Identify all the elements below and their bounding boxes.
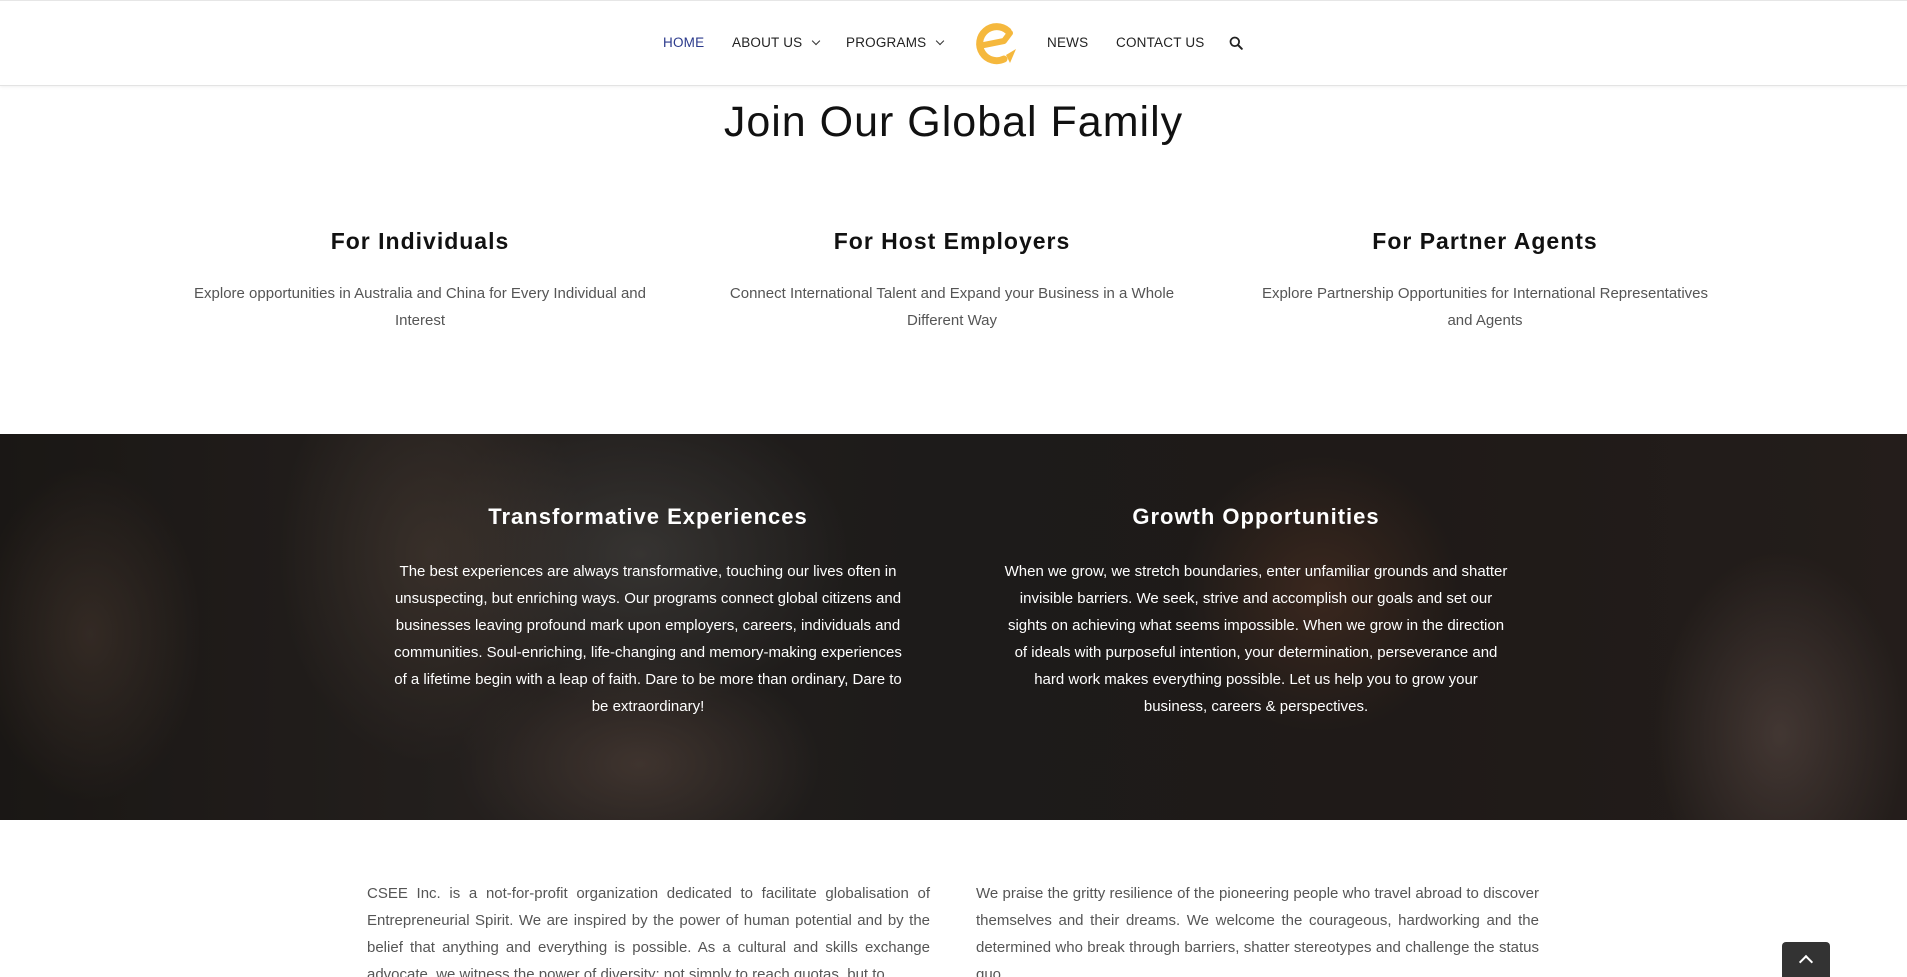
band-text: When we grow, we stretch boundaries, ent… xyxy=(1004,563,1508,715)
card-individuals[interactable]: For Individuals Explore opportunities in… xyxy=(190,228,650,334)
nav-home[interactable]: HOME xyxy=(663,35,704,50)
nav-programs[interactable]: PROGRAMS xyxy=(846,35,945,50)
nav-contact-us-label: CONTACT US xyxy=(1116,35,1205,50)
chevron-up-icon xyxy=(1798,954,1814,970)
card-text: Connect International Talent and Expand … xyxy=(729,285,1175,329)
card-heading[interactable]: For Host Employers xyxy=(722,228,1182,255)
card-host-employers[interactable]: For Host Employers Connect International… xyxy=(722,228,1182,334)
chevron-down-icon xyxy=(812,36,821,45)
nav-home-label: HOME xyxy=(663,35,705,50)
nav-news[interactable]: NEWS xyxy=(1047,35,1088,50)
band-heading: Transformative Experiences xyxy=(488,504,808,529)
nav-programs-label: PROGRAMS xyxy=(846,35,927,50)
band-growth: Growth Opportunities When we grow, we st… xyxy=(1001,504,1511,720)
band-transformative: Transformative Experiences The best expe… xyxy=(393,504,903,720)
chevron-down-icon xyxy=(936,36,945,45)
card-heading[interactable]: For Partner Agents xyxy=(1255,228,1715,255)
nav-about-us-label: ABOUT US xyxy=(732,35,803,50)
nav-about-us[interactable]: ABOUT US xyxy=(732,35,821,50)
card-text: Explore opportunities in Australia and C… xyxy=(194,285,646,329)
section-title: Join Our Global Family xyxy=(723,98,1184,146)
card-partner-agents[interactable]: For Partner Agents Explore Partnership O… xyxy=(1255,228,1715,334)
about-right-text: We praise the gritty resilience of the p… xyxy=(976,885,1539,977)
card-text: Explore Partnership Opportunities for In… xyxy=(1261,285,1709,329)
main-nav: HOME ABOUT US PROGRAMS NEWS CONTACT US xyxy=(0,1,1907,87)
nav-news-label: NEWS xyxy=(1047,35,1089,50)
hero-band: Transformative Experiences The best expe… xyxy=(0,434,1907,820)
site-header: HOME ABOUT US PROGRAMS NEWS CONTACT US xyxy=(0,0,1907,86)
nav-contact-us[interactable]: CONTACT US xyxy=(1116,35,1205,50)
back-to-top-button[interactable] xyxy=(1782,942,1830,977)
card-heading[interactable]: For Individuals xyxy=(190,228,650,255)
search-icon[interactable] xyxy=(1229,36,1243,50)
about-left-text: CSEE Inc. is a not-for-profit organizati… xyxy=(367,885,930,977)
band-heading: Growth Opportunities xyxy=(1132,504,1380,529)
band-text: The best experiences are always transfor… xyxy=(394,563,902,715)
csee-logo-icon[interactable] xyxy=(970,19,1020,69)
